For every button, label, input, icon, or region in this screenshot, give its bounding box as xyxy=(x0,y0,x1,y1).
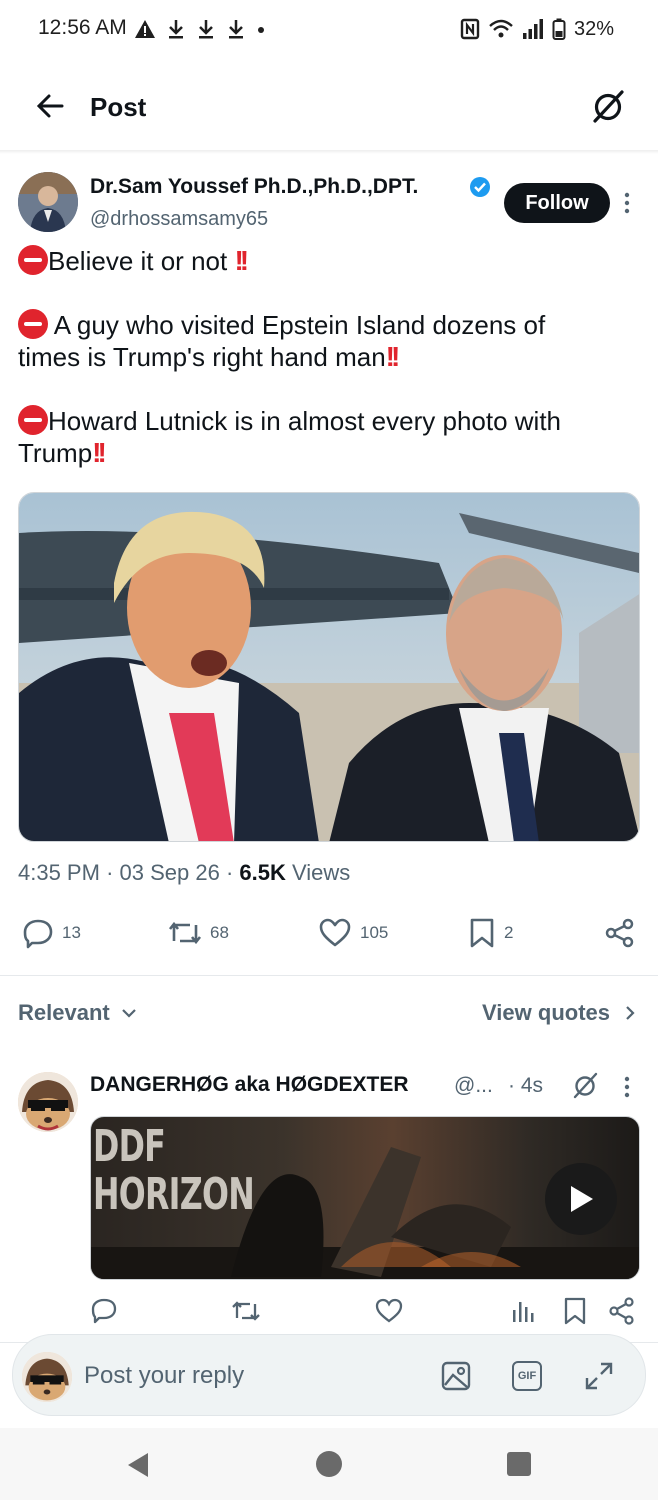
sort-dropdown[interactable]: Relevant xyxy=(18,1000,138,1026)
download-icon xyxy=(229,20,243,39)
tweet-line-3: times is Trump's right hand man!! xyxy=(18,341,401,373)
double-exclamation-emoji-icon: !! xyxy=(234,245,249,276)
tweet-photo[interactable] xyxy=(18,492,640,842)
repost-icon xyxy=(168,921,202,945)
views-label[interactable]: Views xyxy=(292,860,350,885)
tweet-text: Howard Lutnick is in almost every photo … xyxy=(48,406,562,436)
tweet-text: A guy who visited Epstein Island dozens … xyxy=(53,310,546,340)
status-time: 12:56 AM xyxy=(38,16,127,39)
topbar-divider xyxy=(0,150,658,154)
tweet-date: 03 Sep 26 xyxy=(119,860,220,885)
status-bar: 12:56 AM 32% xyxy=(0,0,658,60)
reply-avatar[interactable] xyxy=(18,1072,78,1132)
repost-icon[interactable] xyxy=(231,1296,261,1326)
author-name[interactable]: Dr.Sam Youssef Ph.D.,Ph.D.,DPT. xyxy=(90,175,418,199)
status-system-icons: 32% xyxy=(460,16,614,42)
signal-icon xyxy=(522,19,543,39)
back-arrow-icon[interactable] xyxy=(34,90,66,122)
reply-time: · 4s xyxy=(508,1074,544,1097)
tweet-text: Trump xyxy=(18,438,93,468)
author-handle[interactable]: @drhossamsamy65 xyxy=(90,208,268,231)
tweet-line-5: Trump!! xyxy=(18,437,107,469)
double-exclamation-emoji-icon: !! xyxy=(385,341,401,372)
reply-count: 13 xyxy=(62,923,81,942)
nav-recents-icon[interactable] xyxy=(506,1451,532,1477)
reply-icon xyxy=(23,919,53,949)
wifi-icon xyxy=(489,19,513,38)
reply-action[interactable]: 13 xyxy=(22,915,81,951)
hedgehog-avatar-image xyxy=(18,1072,78,1132)
analytics-icon[interactable] xyxy=(510,1296,536,1326)
expand-icon[interactable] xyxy=(583,1360,615,1392)
grok-icon[interactable] xyxy=(588,86,628,126)
repost-action[interactable]: 68 xyxy=(168,915,229,951)
like-action[interactable]: 105 xyxy=(318,915,388,951)
my-avatar xyxy=(22,1352,72,1402)
repost-count: 68 xyxy=(210,923,229,942)
battery-icon xyxy=(552,18,566,40)
image-attach-icon[interactable] xyxy=(440,1360,472,1392)
share-icon[interactable] xyxy=(608,1296,636,1326)
reply-author-name[interactable]: DANGERHØG aka HØGDEXTER xyxy=(90,1073,409,1097)
heart-icon xyxy=(319,918,351,947)
author-avatar-image xyxy=(18,172,78,232)
chevron-down-icon xyxy=(121,1009,136,1018)
warning-icon xyxy=(135,20,155,38)
more-options-icon[interactable] xyxy=(620,188,634,218)
dot-icon xyxy=(258,27,264,33)
tweet-line-4: Howard Lutnick is in almost every photo … xyxy=(18,405,561,437)
grok-icon[interactable] xyxy=(570,1070,600,1100)
nav-home-icon[interactable] xyxy=(315,1450,343,1478)
gif-button[interactable]: GIF xyxy=(512,1361,542,1391)
reply-video[interactable]: DDF HORIZON xyxy=(90,1116,640,1280)
download-icon xyxy=(169,20,183,39)
heart-icon[interactable] xyxy=(374,1296,404,1326)
follow-button[interactable]: Follow xyxy=(504,183,610,223)
chevron-right-icon xyxy=(626,1006,635,1020)
nav-back-icon[interactable] xyxy=(124,1450,152,1480)
meta-separator: · xyxy=(106,860,114,885)
views-count: 6.5K xyxy=(239,860,286,885)
bookmark-icon xyxy=(470,918,494,948)
tweet-time: 4:35 PM xyxy=(18,860,100,885)
page-title: Post xyxy=(90,92,147,122)
view-quotes-link[interactable]: View quotes xyxy=(482,1000,636,1026)
bookmark-icon[interactable] xyxy=(562,1296,588,1326)
nfc-icon xyxy=(460,18,480,40)
reply-author-handle[interactable]: @... xyxy=(454,1074,493,1098)
meta-separator: · xyxy=(225,860,234,885)
hedgehog-avatar-image xyxy=(22,1352,72,1402)
system-nav-bar xyxy=(0,1428,658,1500)
no-entry-emoji-icon xyxy=(18,245,48,275)
bookmark-count: 2 xyxy=(504,923,514,942)
double-exclamation-emoji-icon: !! xyxy=(92,437,107,468)
share-icon[interactable] xyxy=(604,917,636,949)
tweet-line-1: Believe it or not !! xyxy=(18,245,249,277)
play-button[interactable] xyxy=(545,1163,617,1235)
reply-input-placeholder[interactable]: Post your reply xyxy=(84,1362,244,1390)
play-icon xyxy=(571,1186,593,1212)
view-quotes-label: View quotes xyxy=(482,1000,610,1025)
battery-percent: 32% xyxy=(573,17,614,40)
no-entry-emoji-icon xyxy=(18,309,48,339)
verified-badge-icon xyxy=(470,177,490,197)
sort-label: Relevant xyxy=(18,1000,110,1025)
tweet-text: Believe it or not xyxy=(48,246,228,276)
tweet-line-2: A guy who visited Epstein Island dozens … xyxy=(18,309,545,341)
tweet-photo-illustration xyxy=(19,493,639,841)
no-entry-emoji-icon xyxy=(18,405,48,435)
status-notification-icons xyxy=(134,16,266,42)
reply-icon[interactable] xyxy=(90,1296,118,1326)
bookmark-action[interactable]: 2 xyxy=(468,915,513,951)
tweet-text: times is Trump's right hand man xyxy=(18,342,386,372)
like-count: 105 xyxy=(360,923,389,942)
more-options-icon[interactable] xyxy=(620,1074,634,1100)
author-avatar[interactable] xyxy=(18,172,78,232)
section-divider xyxy=(0,975,658,976)
gif-label: GIF xyxy=(517,1370,537,1382)
download-icon xyxy=(199,20,213,39)
tweet-meta: 4:35 PM · 03 Sep 26 · 6.5K Views xyxy=(18,860,350,886)
video-title: DDF HORIZON xyxy=(93,1121,255,1220)
